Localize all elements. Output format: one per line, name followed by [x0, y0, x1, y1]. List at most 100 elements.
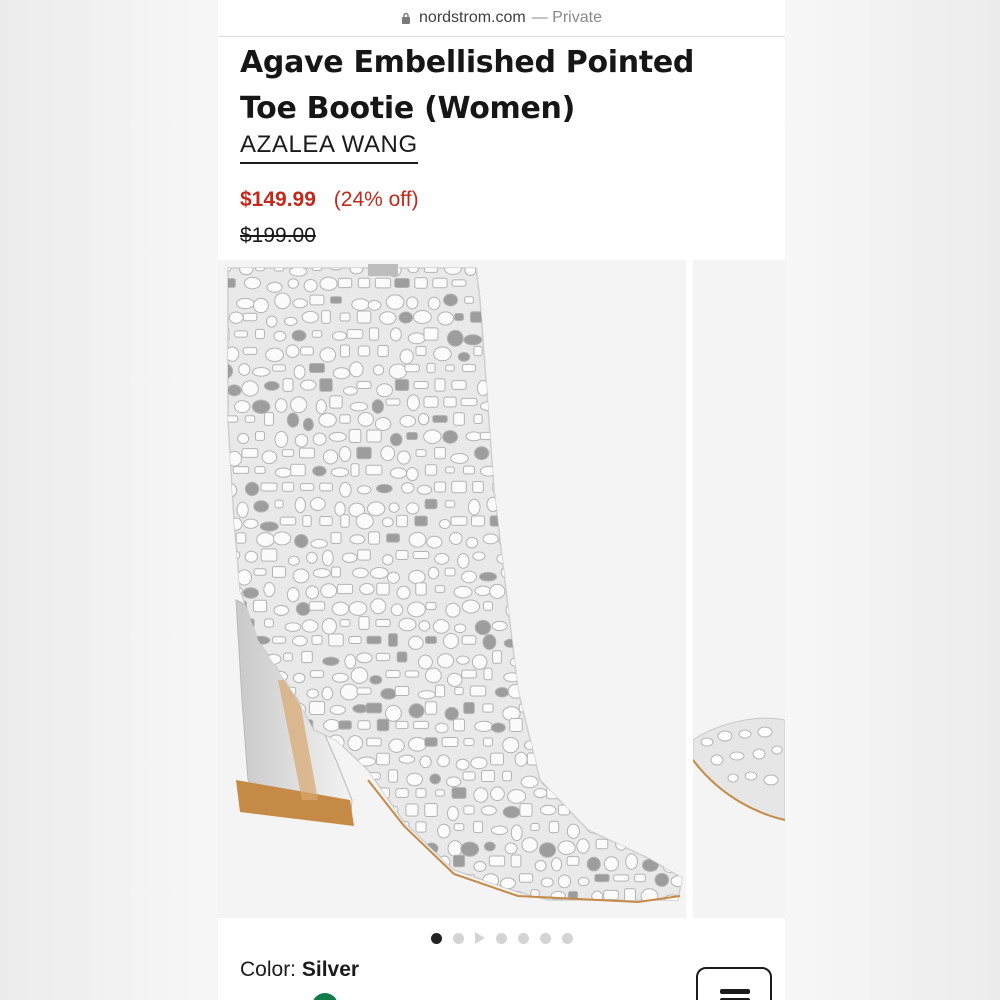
crystal-gem	[537, 633, 553, 647]
crystal-gem	[557, 840, 576, 856]
crystal-gem	[625, 452, 639, 466]
crystal-gem	[235, 532, 247, 544]
crystal-gem	[454, 686, 464, 696]
crystal-gem	[436, 754, 450, 768]
crystal-gem	[371, 869, 387, 887]
crystal-gem	[635, 837, 645, 851]
crystal-gem	[328, 431, 347, 442]
menu-icon	[720, 989, 750, 994]
crystal-gem	[502, 464, 512, 476]
crystal-gem	[626, 589, 640, 599]
crystal-gem	[489, 583, 506, 599]
crystal-gem	[264, 618, 274, 628]
crystal-gem	[415, 345, 427, 357]
crystal-gem	[471, 654, 488, 670]
crystal-gem	[454, 894, 472, 900]
product-image-next[interactable]	[693, 260, 785, 918]
crystal-gem	[425, 601, 437, 611]
brand-link[interactable]: AZALEA WANG	[240, 131, 418, 164]
crystal-gem	[347, 735, 363, 752]
crystal-gem	[446, 672, 463, 687]
crystal-gem	[300, 379, 317, 391]
crystal-gem	[309, 497, 326, 511]
crystal-gem	[586, 651, 598, 663]
crystal-gem	[375, 483, 393, 494]
browser-url-bar[interactable]: nordstrom.com — Private	[218, 0, 785, 37]
carousel-dot[interactable]	[561, 932, 573, 944]
crystal-gem	[253, 568, 267, 576]
crystal-gem	[556, 633, 572, 647]
crystal-gem	[539, 804, 557, 816]
menu-button[interactable]	[696, 967, 772, 1000]
crystal-gem	[585, 379, 605, 394]
crystal-gem	[537, 737, 553, 747]
discount-label: (24% off)	[333, 188, 419, 211]
image-carousel[interactable]	[218, 260, 785, 918]
crystal-gem	[372, 364, 385, 376]
crystal-gem	[651, 568, 671, 585]
crystal-gem	[242, 822, 258, 832]
crystal-gem	[319, 276, 338, 291]
crystal-gem	[356, 485, 372, 495]
video-play-icon[interactable]	[474, 932, 485, 944]
crystal-gem	[264, 857, 278, 869]
carousel-dot[interactable]	[495, 932, 507, 944]
crystal-gem	[339, 890, 351, 900]
crystal-gem	[352, 704, 369, 714]
crystal-gem	[423, 268, 439, 273]
crystal-gem	[237, 432, 250, 445]
crystal-gem	[576, 532, 590, 544]
crystal-gem	[644, 822, 660, 835]
crystal-gem	[308, 601, 326, 611]
crystal-gem	[494, 687, 510, 698]
crystal-gem	[483, 667, 493, 681]
crystal-gem	[330, 531, 342, 545]
crystal-gem	[482, 703, 494, 713]
crystal-gem	[228, 415, 239, 423]
carousel-dot[interactable]	[430, 932, 442, 944]
crystal-gem	[480, 805, 497, 816]
crystal-gem	[575, 633, 591, 647]
carousel-dots[interactable]	[218, 928, 785, 948]
crystal-gem	[518, 568, 534, 576]
crystal-gem	[449, 531, 463, 545]
crystal-gem	[587, 312, 606, 329]
crystal-gem	[417, 690, 436, 700]
crystal-gem	[276, 837, 292, 854]
crystal-gem	[565, 582, 582, 598]
carousel-dot[interactable]	[539, 932, 551, 944]
crystal-gem	[464, 268, 477, 277]
crystal-gem	[671, 429, 682, 443]
crystal-gem	[266, 281, 283, 293]
crystal-gem	[575, 329, 594, 344]
crystal-gem	[228, 722, 243, 735]
crystal-gem	[366, 429, 382, 443]
crystal-gem	[302, 515, 312, 527]
product-image-main[interactable]	[218, 260, 686, 918]
carousel-dot[interactable]	[452, 932, 464, 944]
crystal-gem	[426, 535, 443, 549]
crystal-gem	[651, 295, 667, 305]
crystal-gem	[644, 448, 654, 458]
crystal-gem	[234, 838, 248, 850]
crystal-gem	[356, 687, 372, 695]
crystal-gem	[416, 484, 433, 495]
color-swatch[interactable]	[312, 993, 338, 1000]
crystal-gem	[660, 346, 679, 358]
crystal-gem	[643, 757, 661, 768]
crystal-gem	[519, 803, 533, 817]
crystal-gem	[306, 551, 318, 564]
crystal-gem	[612, 463, 630, 477]
crystal-gem	[517, 669, 535, 679]
crystal-gem	[621, 720, 639, 730]
carousel-dot[interactable]	[517, 932, 529, 944]
crystal-gem	[319, 822, 333, 832]
crystal-gem	[586, 823, 602, 834]
crystal-gem	[238, 363, 251, 376]
crystal-gem	[228, 384, 242, 397]
crystal-gem	[404, 670, 420, 678]
crystal-gem	[493, 449, 509, 460]
crystal-gem	[585, 480, 599, 496]
crystal-gem	[567, 618, 583, 635]
crystal-gem	[503, 402, 518, 412]
